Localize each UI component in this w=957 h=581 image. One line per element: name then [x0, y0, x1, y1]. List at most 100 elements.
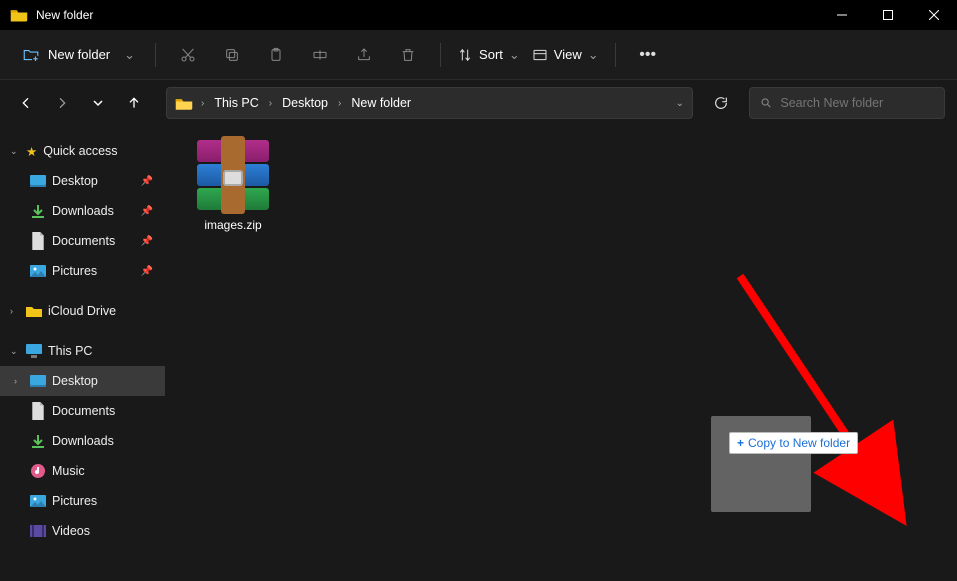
sidebar-label: Documents: [52, 404, 115, 418]
sidebar-label: iCloud Drive: [48, 304, 116, 318]
sidebar-item-pc-documents[interactable]: Documents: [0, 396, 165, 426]
sidebar-label: Quick access: [43, 144, 117, 158]
file-pane[interactable]: images.zip +Copy to New folder: [165, 126, 957, 581]
separator: [615, 43, 616, 67]
forward-button[interactable]: [48, 89, 76, 117]
sidebar-item-pc-videos[interactable]: Videos: [0, 516, 165, 546]
sidebar-label: Pictures: [52, 264, 97, 278]
sidebar-label: Pictures: [52, 494, 97, 508]
chevron-right-icon: ›: [197, 98, 208, 109]
document-icon: [30, 403, 46, 419]
file-item[interactable]: images.zip: [183, 140, 283, 232]
chevron-down-icon: ⌄: [124, 47, 135, 63]
more-button[interactable]: •••: [628, 38, 668, 72]
sidebar-label: Desktop: [52, 174, 98, 188]
navigation-row: › This PC › Desktop › New folder ⌄: [0, 80, 957, 126]
window-title: New folder: [36, 8, 93, 22]
download-icon: [30, 203, 46, 219]
sidebar-item-quick-access[interactable]: ⌄ ★ Quick access: [0, 136, 165, 166]
chevron-down-icon: ⌄: [509, 47, 520, 63]
chevron-right-icon: ›: [265, 98, 276, 109]
sidebar: ⌄ ★ Quick access Desktop 📌 Downloads 📌 D…: [0, 126, 165, 581]
pin-icon: 📌: [141, 176, 153, 187]
chevron-down-icon: ⌄: [10, 346, 20, 357]
file-name: images.zip: [204, 218, 261, 232]
sidebar-item-this-pc[interactable]: ⌄ This PC: [0, 336, 165, 366]
breadcrumb-item[interactable]: This PC: [212, 96, 260, 110]
pin-icon: 📌: [141, 266, 153, 277]
sidebar-item-pc-downloads[interactable]: Downloads: [0, 426, 165, 456]
sidebar-item-pc-desktop[interactable]: › Desktop: [0, 366, 165, 396]
new-folder-icon: [22, 46, 40, 64]
sidebar-item-downloads[interactable]: Downloads 📌: [0, 196, 165, 226]
back-button[interactable]: [12, 89, 40, 117]
minimize-button[interactable]: [819, 0, 865, 30]
sidebar-label: Downloads: [52, 434, 114, 448]
view-button[interactable]: View ⌄: [528, 41, 603, 69]
download-icon: [30, 433, 46, 449]
drag-ghost: [711, 416, 811, 512]
archive-icon: [191, 140, 275, 212]
folder-icon: [26, 303, 42, 319]
delete-button[interactable]: [388, 38, 428, 72]
chevron-right-icon: ›: [10, 306, 20, 316]
address-dropdown[interactable]: ⌄: [676, 98, 684, 109]
sidebar-label: Music: [52, 464, 85, 478]
chevron-down-icon: ⌄: [10, 146, 20, 157]
drag-tooltip: +Copy to New folder: [729, 432, 858, 454]
chevron-right-icon: ›: [334, 98, 345, 109]
sidebar-item-desktop[interactable]: Desktop 📌: [0, 166, 165, 196]
title-bar: New folder: [0, 0, 957, 30]
pin-icon: 📌: [141, 206, 153, 217]
sort-label: Sort: [479, 47, 503, 62]
plus-icon: +: [737, 436, 744, 450]
address-bar[interactable]: › This PC › Desktop › New folder ⌄: [166, 87, 693, 119]
copy-button[interactable]: [212, 38, 252, 72]
sidebar-item-documents[interactable]: Documents 📌: [0, 226, 165, 256]
maximize-button[interactable]: [865, 0, 911, 30]
rename-button[interactable]: [300, 38, 340, 72]
search-input[interactable]: [780, 96, 934, 110]
pictures-icon: [30, 263, 46, 279]
up-button[interactable]: [120, 89, 148, 117]
folder-icon: [175, 96, 193, 110]
new-folder-label: New folder: [48, 47, 110, 62]
close-button[interactable]: [911, 0, 957, 30]
search-box[interactable]: [749, 87, 945, 119]
desktop-icon: [30, 173, 46, 189]
refresh-button[interactable]: [705, 87, 737, 119]
pc-icon: [26, 343, 42, 359]
recent-locations-button[interactable]: [84, 89, 112, 117]
sidebar-item-pictures[interactable]: Pictures 📌: [0, 256, 165, 286]
chevron-right-icon: ›: [14, 376, 24, 386]
chevron-down-icon: ⌄: [588, 47, 599, 63]
star-icon: ★: [26, 144, 37, 159]
cut-button[interactable]: [168, 38, 208, 72]
sort-button[interactable]: Sort ⌄: [453, 41, 524, 69]
view-label: View: [554, 47, 582, 62]
share-button[interactable]: [344, 38, 384, 72]
sidebar-label: Documents: [52, 234, 115, 248]
sort-icon: [457, 47, 473, 63]
document-icon: [30, 233, 46, 249]
sidebar-item-icloud[interactable]: › iCloud Drive: [0, 296, 165, 326]
toolbar: New folder ⌄ Sort ⌄ View ⌄ •••: [0, 30, 957, 80]
paste-button[interactable]: [256, 38, 296, 72]
video-icon: [30, 523, 46, 539]
pictures-icon: [30, 493, 46, 509]
sidebar-item-pc-music[interactable]: Music: [0, 456, 165, 486]
pin-icon: 📌: [141, 236, 153, 247]
new-folder-button[interactable]: New folder ⌄: [14, 40, 143, 70]
folder-icon: [10, 8, 28, 22]
sidebar-label: This PC: [48, 344, 92, 358]
sidebar-label: Downloads: [52, 204, 114, 218]
search-icon: [760, 96, 772, 110]
breadcrumb-item[interactable]: Desktop: [280, 96, 330, 110]
sidebar-label: Desktop: [52, 374, 98, 388]
separator: [155, 43, 156, 67]
separator: [440, 43, 441, 67]
breadcrumb-item[interactable]: New folder: [349, 96, 413, 110]
sidebar-item-pc-pictures[interactable]: Pictures: [0, 486, 165, 516]
desktop-icon: [30, 373, 46, 389]
music-icon: [30, 463, 46, 479]
